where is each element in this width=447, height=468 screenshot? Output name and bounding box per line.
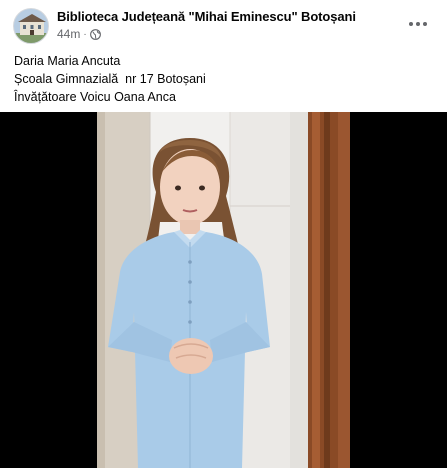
meta-separator: · (83, 28, 87, 40)
post-header: Biblioteca Județeană "Mihai Eminescu" Bo… (0, 0, 447, 48)
post-text-line: Școala Gimnazială nr 17 Botoșani (14, 72, 206, 86)
page-avatar[interactable] (13, 8, 49, 44)
more-options-icon (409, 22, 427, 26)
post-text-line: Daria Maria Ancuta (14, 54, 121, 68)
video-frame (0, 112, 447, 468)
library-building-icon (14, 9, 48, 43)
globe-icon (89, 28, 101, 40)
post-text-line: Învățătoare Voicu Oana Anca (14, 90, 176, 104)
post-timestamp[interactable]: 44m (57, 27, 80, 41)
post-meta: 44m · (57, 27, 101, 41)
page-name-link[interactable]: Biblioteca Județeană "Mihai Eminescu" Bo… (57, 9, 356, 24)
video-player[interactable] (0, 112, 447, 468)
post-text: Daria Maria Ancuta Școala Gimnazială nr 1… (14, 52, 206, 106)
more-options-button[interactable] (402, 8, 434, 40)
